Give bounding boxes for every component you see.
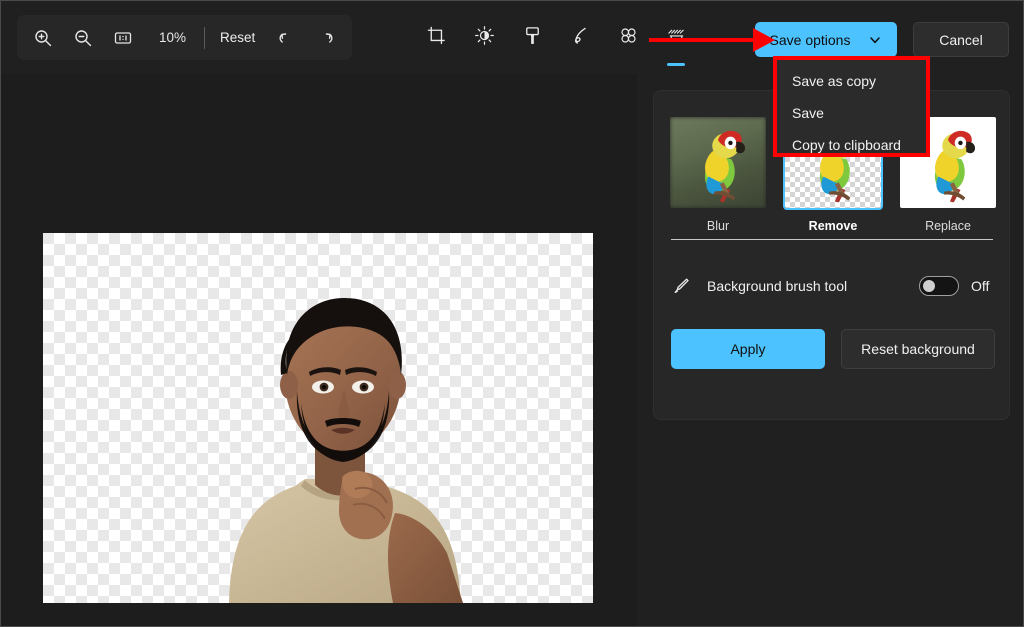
crop-icon [426, 25, 447, 51]
save-options-menu-highlight: Save as copy Save Copy to clipboard [773, 56, 930, 157]
brush-icon [671, 276, 693, 296]
remove-label: Remove [808, 219, 858, 233]
replace-label: Replace [925, 219, 971, 233]
photo-editor-window: 10% Reset Save options Cancel Blur Remov… [0, 0, 1024, 627]
parrot-image [704, 130, 746, 203]
person-photo [229, 297, 463, 603]
reset-background-button[interactable]: Reset background [840, 329, 995, 369]
filter-tool-button[interactable] [512, 17, 552, 59]
undo-button[interactable] [266, 19, 306, 57]
zoom-in-button[interactable] [23, 19, 63, 57]
blur-circles-icon [618, 25, 639, 51]
panel-action-buttons: Apply Reset background [671, 329, 995, 369]
annotation-arrow-head [753, 28, 775, 52]
undo-icon [276, 28, 296, 48]
background-option-blur[interactable]: Blur [668, 115, 768, 233]
canvas-area[interactable] [1, 74, 637, 626]
brightness-icon [474, 25, 495, 51]
zoom-in-icon [33, 28, 53, 48]
zoom-out-button[interactable] [63, 19, 103, 57]
save-options-menu: Save as copy Save Copy to clipboard [777, 60, 926, 153]
blur-label: Blur [706, 219, 730, 233]
redo-button[interactable] [306, 19, 346, 57]
paint-roller-icon [522, 25, 543, 51]
toolbar-divider [204, 26, 206, 49]
save-options-label: Save options [769, 31, 851, 48]
background-brush-label: Background brush tool [707, 278, 848, 294]
blur-thumbnail [668, 115, 768, 210]
actual-size-button[interactable] [103, 19, 143, 57]
crop-tool-button[interactable] [416, 17, 456, 59]
background-brush-toggle-state: Off [971, 278, 990, 294]
cancel-button[interactable]: Cancel [913, 22, 1009, 57]
zoom-out-icon [73, 28, 93, 48]
erase-objects-tool-button[interactable] [608, 17, 648, 59]
save-options-button[interactable]: Save options [755, 22, 897, 57]
adjustment-tool-button[interactable] [464, 17, 504, 59]
panel-divider [671, 239, 993, 240]
pen-icon [570, 25, 591, 51]
zoom-level-value: 10% [159, 30, 187, 45]
chevron-down-icon [868, 33, 882, 47]
edited-image [43, 233, 593, 603]
one-to-one-icon [113, 28, 133, 48]
background-brush-row: Background brush tool Off [671, 269, 995, 303]
zoom-controls-group: 10% Reset [17, 15, 353, 60]
background-brush-toggle[interactable] [919, 276, 959, 296]
redo-icon [316, 28, 336, 48]
apply-button[interactable]: Apply [671, 329, 825, 369]
toggle-knob [923, 280, 935, 292]
menu-item-save-as-copy[interactable]: Save as copy [777, 65, 926, 97]
markup-tool-button[interactable] [560, 17, 600, 59]
reset-zoom-button[interactable]: Reset [209, 23, 266, 52]
menu-item-save[interactable]: Save [777, 97, 926, 129]
menu-item-copy-to-clipboard[interactable]: Copy to clipboard [777, 129, 926, 161]
